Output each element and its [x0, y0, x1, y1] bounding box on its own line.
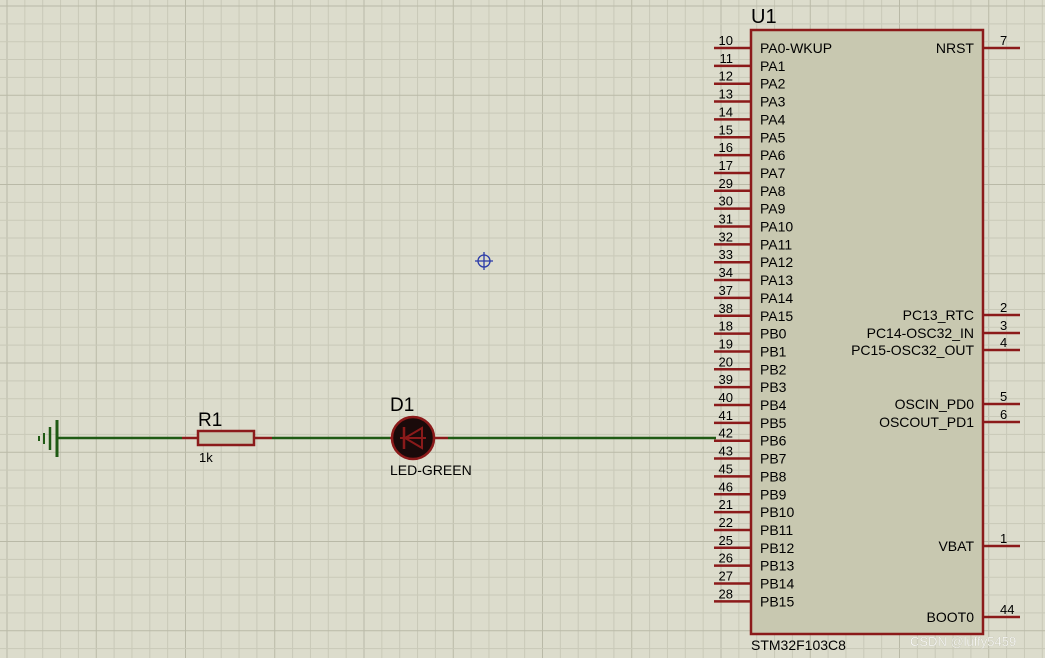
pin-name: PA9 [760, 201, 786, 217]
pin-number: 11 [720, 51, 734, 66]
pin-number: 7 [1000, 33, 1007, 48]
pin-number: 42 [719, 426, 733, 441]
pin-name: PA6 [760, 147, 786, 163]
pin-name: PA0-WKUP [760, 40, 832, 56]
chip-part-label: STM32F103C8 [751, 637, 846, 653]
pin-number: 20 [719, 354, 733, 369]
pin-name: PB3 [760, 379, 787, 395]
pin-name: BOOT0 [927, 609, 975, 625]
pin-name: PA4 [760, 111, 786, 127]
pin-number: 28 [719, 586, 733, 601]
pin-number: 44 [1000, 602, 1014, 617]
pin-name: PB6 [760, 433, 787, 449]
pin-name: PA8 [760, 183, 786, 199]
pin-name: PA11 [760, 236, 792, 252]
pin-number: 22 [719, 515, 733, 530]
led-value-label: LED-GREEN [390, 462, 472, 478]
pin-name: PA2 [760, 76, 786, 92]
pin-number: 33 [719, 247, 733, 262]
pin-number: 31 [719, 212, 733, 227]
pin-name: PA12 [760, 254, 793, 270]
pin-name: PB11 [760, 522, 793, 538]
pin-name: PB7 [760, 451, 787, 467]
pin-number: 34 [719, 265, 733, 280]
resistor-ref-label: R1 [198, 410, 222, 431]
pin-name: PA10 [760, 219, 793, 235]
pin-number: 18 [719, 319, 733, 334]
pin-number: 13 [719, 87, 733, 102]
pin-number: 21 [719, 497, 733, 512]
led-d1[interactable]: D1 LED-GREEN [390, 395, 472, 478]
chip-u1[interactable]: U1 STM32F103C8 10 PA0-WKUP11 PA112 PA213 PA3… [714, 6, 1020, 653]
led-ref-label: D1 [390, 395, 414, 416]
pin-name: PB0 [760, 326, 787, 342]
pin-number: 40 [719, 390, 733, 405]
pin-number: 2 [1000, 300, 1007, 315]
pin-number: 4 [1000, 335, 1007, 350]
pin-number: 14 [719, 104, 733, 119]
pin-name: PB9 [760, 486, 787, 502]
pin-name: NRST [936, 40, 975, 56]
pin-name: PB2 [760, 361, 787, 377]
pin-name: PC15-OSC32_OUT [851, 342, 974, 358]
pin-name: PB12 [760, 540, 794, 556]
resistor-value-label: 1k [199, 450, 213, 465]
resistor-r1[interactable]: R1 1k [182, 410, 272, 465]
pin-name: PA15 [760, 308, 793, 324]
pin-number: 26 [719, 551, 733, 566]
pin-number: 16 [719, 140, 733, 155]
pin-number: 45 [719, 461, 733, 476]
pin-number: 10 [719, 33, 733, 48]
pin-number: 25 [719, 533, 733, 548]
pin-name: PA5 [760, 129, 786, 145]
pin-name: PB10 [760, 504, 794, 520]
pin-number: 32 [719, 229, 733, 244]
pin-name: OSCOUT_PD1 [879, 414, 974, 430]
ground-symbol[interactable] [38, 420, 59, 457]
pin-name: PA1 [760, 58, 786, 74]
pin-number: 37 [719, 283, 733, 298]
schematic-canvas[interactable]: R1 1k D1 LED-GREEN U1 STM32F103C8 10 PA0-… [0, 0, 1045, 658]
pin-name: PC14-OSC32_IN [867, 325, 974, 341]
pin-name: OSCIN_PD0 [895, 396, 975, 412]
pin-number: 39 [719, 372, 733, 387]
watermark-text: CSDN @luffy5459 [910, 634, 1016, 649]
pin-number: 17 [719, 158, 733, 173]
chip-ref-label: U1 [751, 6, 777, 28]
pin-name: PA7 [760, 165, 786, 181]
pin-number: 29 [719, 176, 733, 191]
pin-number: 6 [1000, 407, 1007, 422]
pin-name: PB13 [760, 558, 794, 574]
pin-number: 12 [719, 69, 733, 84]
pin-number: 30 [719, 194, 733, 209]
pin-number: 15 [719, 122, 733, 137]
pin-name: PB15 [760, 593, 794, 609]
pin-number: 41 [719, 408, 733, 423]
pin-number: 38 [719, 301, 733, 316]
pin-name: PB4 [760, 397, 787, 413]
pin-name: VBAT [938, 538, 974, 554]
pin-name: PB1 [760, 343, 787, 359]
pin-name: PC13_RTC [903, 307, 974, 323]
pin-name: PA13 [760, 272, 793, 288]
pin-name: PB8 [760, 468, 787, 484]
pin-name: PB14 [760, 576, 794, 592]
pin-name: PA14 [760, 290, 793, 306]
pin-number: 27 [719, 569, 733, 584]
pin-name: PB5 [760, 415, 787, 431]
pin-number: 46 [719, 479, 733, 494]
pin-number: 5 [1000, 389, 1007, 404]
pin-number: 1 [1000, 531, 1007, 546]
pin-name: PA3 [760, 94, 786, 110]
cursor-crosshair-icon [475, 252, 493, 270]
pin-number: 19 [719, 336, 733, 351]
pin-number: 43 [719, 444, 733, 459]
pin-number: 3 [1000, 318, 1007, 333]
